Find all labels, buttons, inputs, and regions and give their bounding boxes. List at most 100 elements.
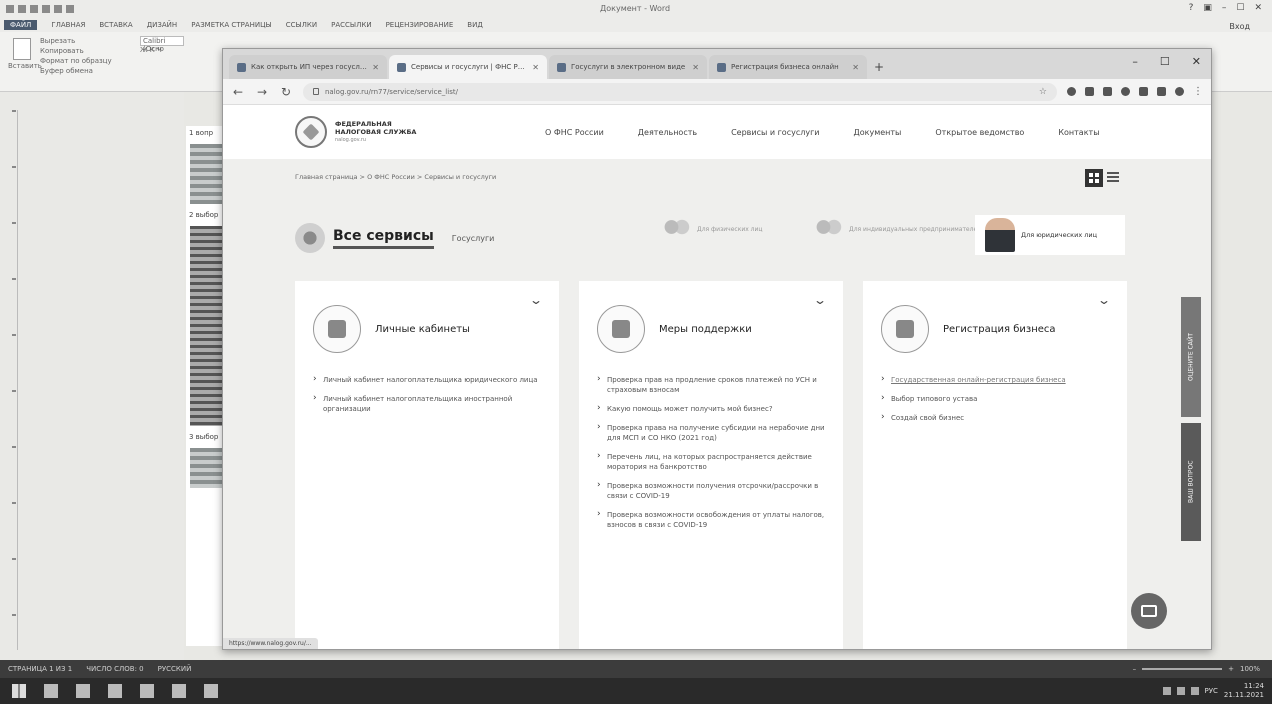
profile-icon[interactable] [1175,87,1184,96]
word-ribbon-tabs: ФАЙЛ ГЛАВНАЯ ВСТАВКА ДИЗАЙН РАЗМЕТКА СТР… [0,18,1272,32]
copy-button[interactable]: Копировать [40,46,112,56]
explorer-icon[interactable] [108,684,122,698]
chevron-down-icon[interactable]: ⌄ [529,293,543,307]
word-tab-view[interactable]: ВИД [467,21,483,29]
site-header: ФЕДЕРАЛЬНАЯ НАЛОГОВАЯ СЛУЖБА nalog.gov.r… [223,105,1211,159]
word-tab-home[interactable]: ГЛАВНАЯ [51,21,85,29]
clock-date: 21.11.2021 [1223,691,1264,699]
word-window-controls[interactable]: ? ▣ – ☐ ✕ [1189,3,1262,13]
audience-individuals[interactable]: Для физических лиц [661,215,763,245]
card-title: Личные кабинеты [375,323,470,335]
nav-open-agency[interactable]: Открытое ведомство [935,128,1024,137]
card-link[interactable]: Личный кабинет налогоплательщика иностра… [313,393,541,414]
browser-taskbar-icon[interactable] [204,684,218,698]
card-link[interactable]: Какую помощь может получить мой бизнес? [597,403,825,414]
address-bar[interactable]: nalog.gov.ru/rn77/service/service_list/ … [303,82,1057,101]
audience-legal-entities[interactable]: Для юридических лиц [975,215,1125,255]
nav-about[interactable]: О ФНС России [545,128,604,137]
service-cards: ⌄ Личные кабинеты Личный кабинет налогоп… [295,281,1127,649]
tab-gosuslugi[interactable]: Госуслуги [452,234,495,243]
paste-button[interactable]: Вставить [8,36,42,76]
nav-documents[interactable]: Документы [853,128,901,137]
maximize-button[interactable]: ☐ [1160,55,1170,68]
browser-tab-active[interactable]: Сервисы и госуслуги | ФНС России ✕ [389,55,547,79]
fns-emblem-icon [295,116,327,148]
card-link[interactable]: Проверка возможности освобождения от упл… [597,509,825,530]
extension-icon[interactable] [1103,87,1112,96]
rate-site-tab[interactable]: ОЦЕНИТЕ САЙТ [1181,297,1201,417]
breadcrumb[interactable]: Главная страница > О ФНС России > Сервис… [295,173,496,181]
quick-access-toolbar[interactable] [6,5,74,13]
zoom-slider[interactable] [1142,668,1223,670]
forward-icon[interactable]: → [255,85,269,99]
fns-logo[interactable]: ФЕДЕРАЛЬНАЯ НАЛОГОВАЯ СЛУЖБА nalog.gov.r… [295,116,425,148]
word-tab-references[interactable]: ССЫЛКИ [286,21,317,29]
status-words[interactable]: ЧИСЛО СЛОВ: 0 [86,665,143,673]
bookmark-star-icon[interactable]: ☆ [1039,87,1047,97]
word-tab-insert[interactable]: ВСТАВКА [99,21,132,29]
chevron-up-icon[interactable] [1162,687,1171,695]
extension-icon[interactable] [1085,87,1094,96]
word-tab-file[interactable]: ФАЙЛ [4,20,38,30]
browser-tab[interactable]: Как открыть ИП через госуслуги? ✕ [229,55,387,79]
close-tab-icon[interactable]: ✕ [852,63,859,72]
minimize-button[interactable]: – [1132,55,1138,68]
extension-icon[interactable] [1067,87,1076,96]
close-tab-icon[interactable]: ✕ [692,63,699,72]
search-icon[interactable] [44,684,58,698]
card-link[interactable]: Выбор типового устава [881,393,1109,404]
tab-all-services[interactable]: Все сервисы [333,228,434,249]
word-tab-review[interactable]: РЕЦЕНЗИРОВАНИЕ [386,21,454,29]
volume-icon[interactable] [1190,687,1199,695]
close-tab-icon[interactable]: ✕ [532,63,539,72]
format-painter-button[interactable]: Формат по образцу [40,56,112,66]
reload-icon[interactable]: ↻ [279,85,293,99]
back-icon[interactable]: ← [231,85,245,99]
menu-icon[interactable]: ⋮ [1193,86,1203,97]
word-sign-in[interactable]: Вход [1229,22,1250,31]
clipboard-group: Вырезать Копировать Формат по образцу Бу… [40,36,112,76]
your-question-tab[interactable]: ВАШ ВОПРОС [1181,423,1201,541]
card-link[interactable]: Личный кабинет налогоплательщика юридиче… [313,374,541,385]
nav-activity[interactable]: Деятельность [638,128,697,137]
download-icon[interactable] [1139,87,1148,96]
card-link[interactable]: Проверка возможности получения отсрочки/… [597,480,825,501]
store-icon[interactable] [140,684,154,698]
nav-contacts[interactable]: Контакты [1058,128,1099,137]
extension-icon[interactable] [1121,87,1130,96]
word-taskbar-icon[interactable] [172,684,186,698]
close-button[interactable]: ✕ [1192,55,1201,68]
word-tab-design[interactable]: ДИЗАЙН [147,21,177,29]
status-language[interactable]: РУССКИЙ [158,665,192,673]
browser-tab[interactable]: Госуслуги в электронном виде ✕ [549,55,707,79]
language-indicator[interactable]: РУС [1205,687,1218,695]
word-tab-layout[interactable]: РАЗМЕТКА СТРАНИЦЫ [191,21,272,29]
audience-entrepreneurs[interactable]: Для индивидуальных предпринимателей [813,215,981,245]
sidebar-icon[interactable] [1157,87,1166,96]
close-tab-icon[interactable]: ✕ [372,63,379,72]
card-link[interactable]: Проверка права на получение субсидии на … [597,422,825,443]
card-link[interactable]: Перечень лиц, на которых распространяетс… [597,451,825,472]
list-view-icon[interactable] [1107,169,1121,187]
grid-view-icon[interactable] [1085,169,1103,187]
zoom-control[interactable]: – + 100% [1133,665,1260,673]
font-name-select[interactable]: Calibri (Осно [140,36,184,53]
chevron-down-icon[interactable]: ⌄ [813,293,827,307]
word-tab-mailings[interactable]: РАССЫЛКИ [331,21,371,29]
network-icon[interactable] [1176,687,1185,695]
browser-tab[interactable]: Регистрация бизнеса онлайн ✕ [709,55,867,79]
cut-button[interactable]: Вырезать [40,36,112,46]
start-icon[interactable] [12,684,26,698]
chevron-down-icon[interactable]: ⌄ [1097,293,1111,307]
paste-label: Вставить [8,62,42,70]
nav-services[interactable]: Сервисы и госуслуги [731,128,819,137]
status-page[interactable]: СТРАНИЦА 1 ИЗ 1 [8,665,72,673]
lock-icon[interactable] [313,88,319,95]
card-link[interactable]: Создай свой бизнес [881,412,1109,423]
task-view-icon[interactable] [76,684,90,698]
new-tab-button[interactable]: + [869,55,889,79]
card-link[interactable]: Государственная онлайн-регистрация бизне… [881,374,1109,385]
clock[interactable]: 11:24 21.11.2021 [1224,682,1264,700]
card-link[interactable]: Проверка прав на продление сроков платеж… [597,374,825,395]
chat-icon[interactable] [1131,593,1167,629]
